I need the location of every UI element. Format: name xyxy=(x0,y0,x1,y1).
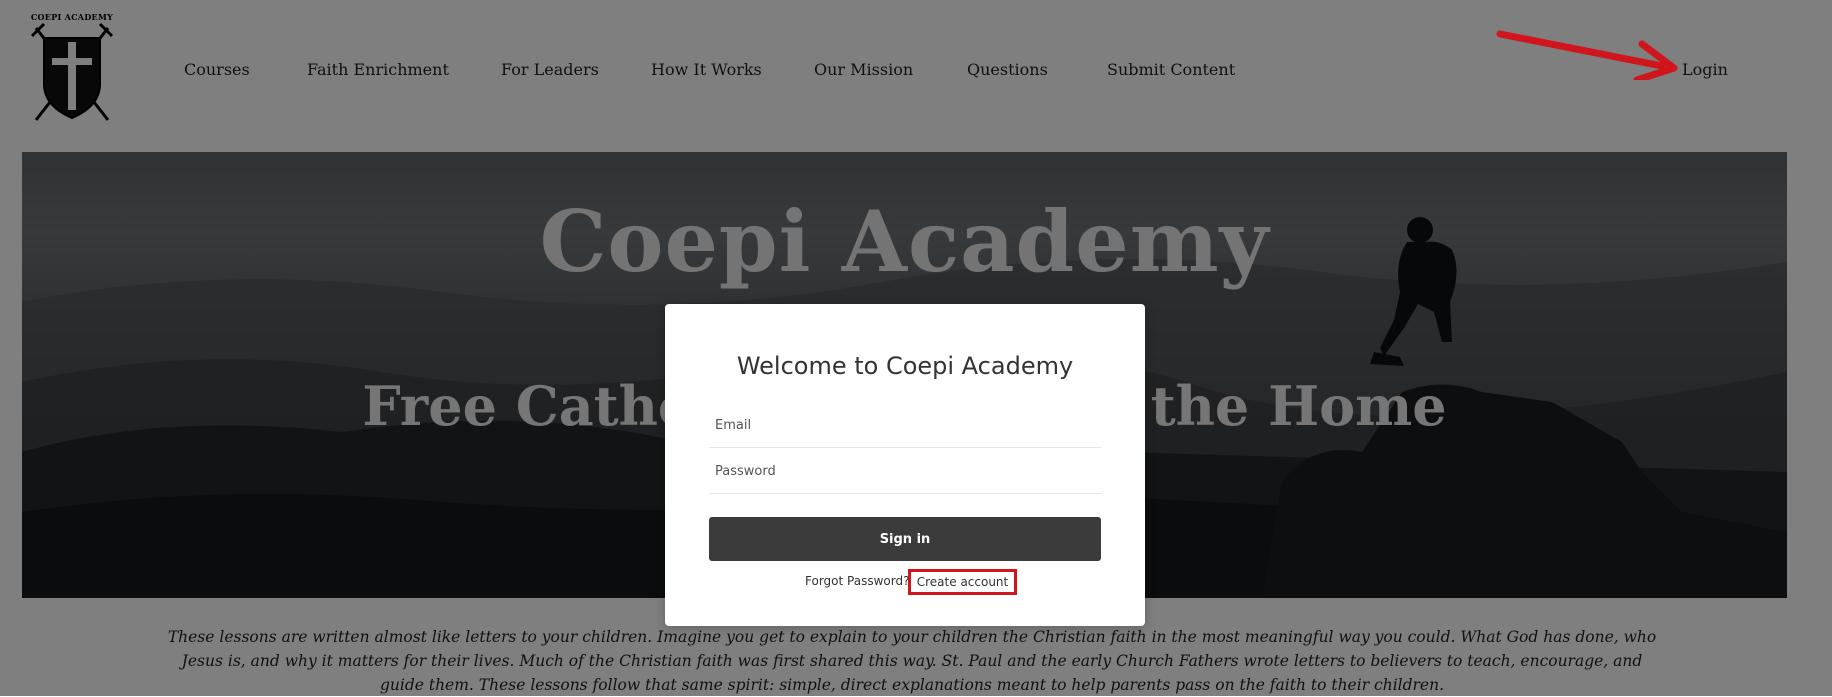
create-account-link[interactable]: Create account xyxy=(908,569,1017,595)
red-arrow-annotation-icon xyxy=(1496,30,1678,80)
forgot-password-link[interactable]: Forgot Password? xyxy=(805,574,909,588)
email-field[interactable] xyxy=(709,404,1101,448)
password-field[interactable] xyxy=(709,450,1101,494)
modal-title: Welcome to Coepi Academy xyxy=(736,352,1074,380)
sign-in-button[interactable]: Sign in xyxy=(709,517,1101,561)
